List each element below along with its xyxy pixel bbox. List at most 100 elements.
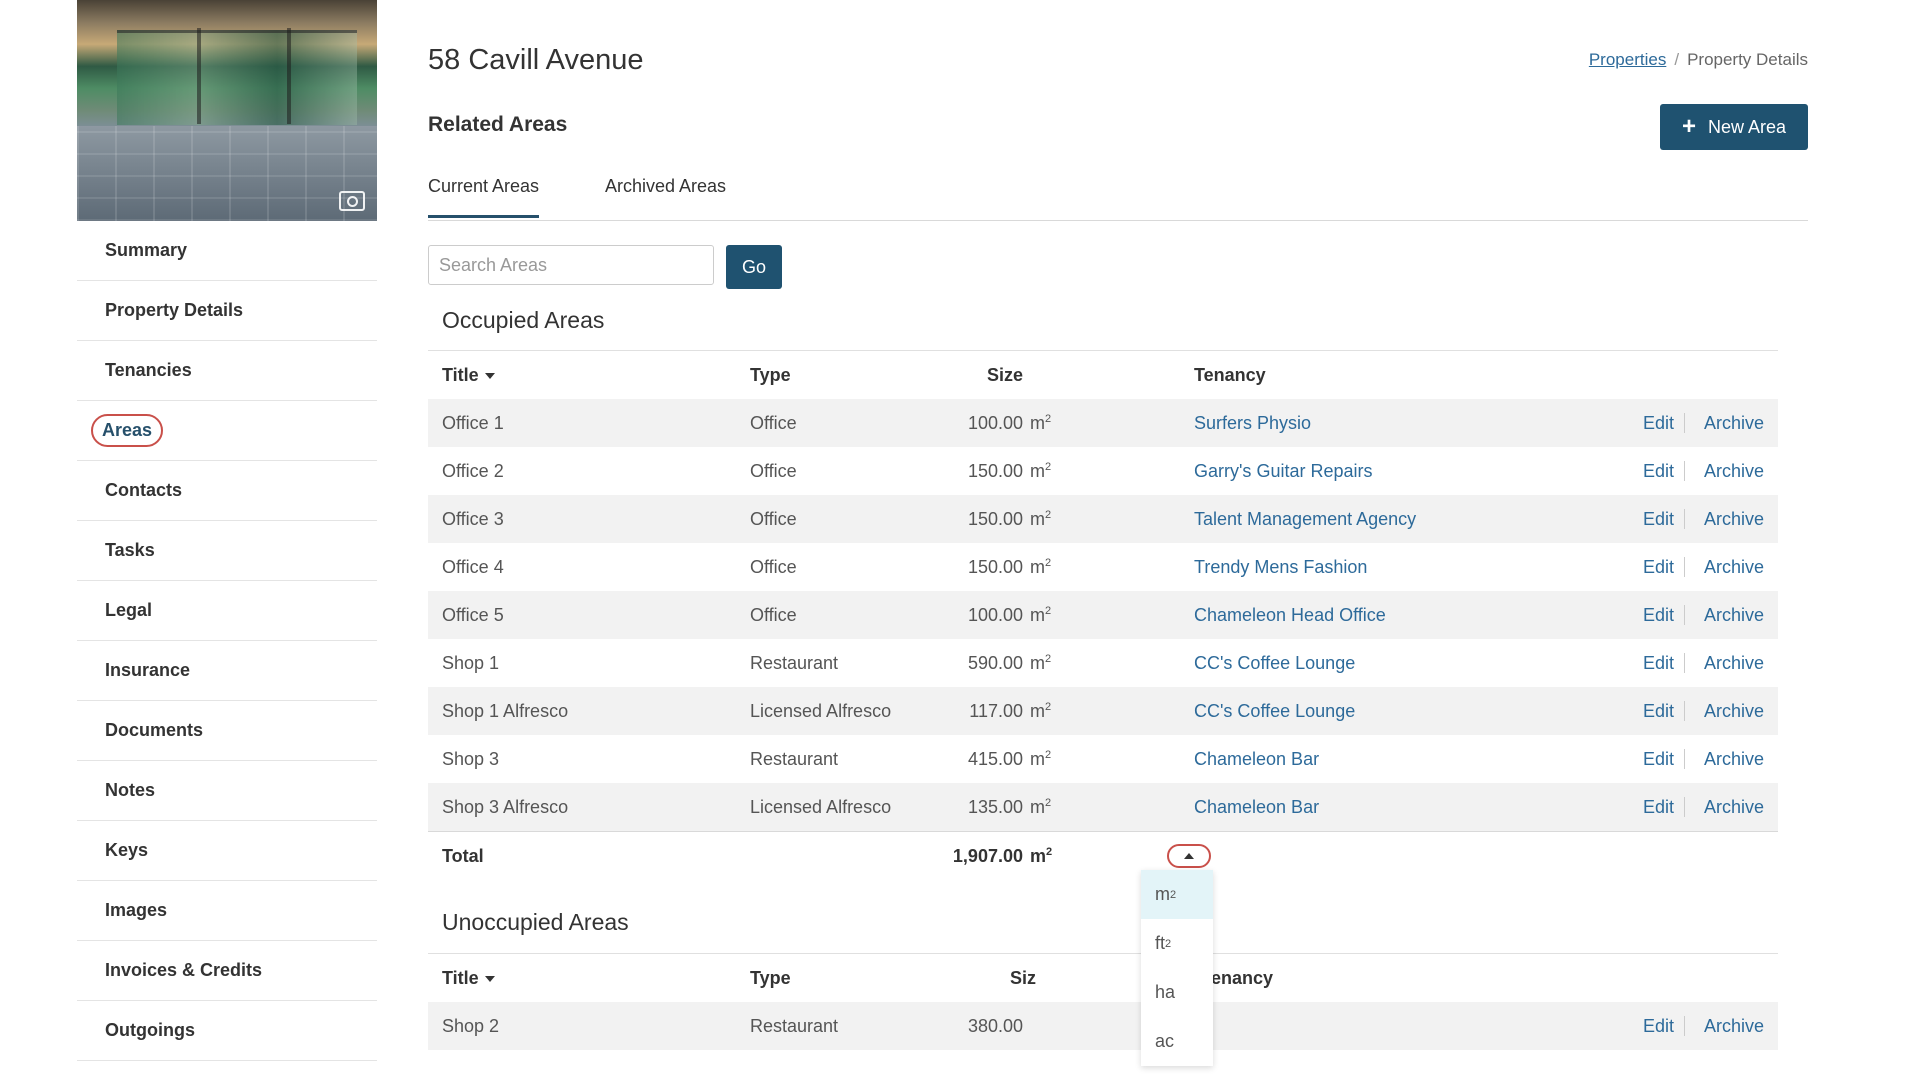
column-header-title[interactable]: Title — [442, 365, 495, 386]
area-type: Licensed Alfresco — [750, 796, 892, 817]
action-divider — [1684, 701, 1685, 721]
column-header-tenancy: enancy — [1211, 967, 1274, 988]
table-row: Office 1 Office 100.00 m2 Surfers Physio… — [428, 399, 1778, 447]
sidebar-item-keys[interactable]: Keys — [77, 821, 377, 881]
unit-dropdown-toggle[interactable] — [1167, 844, 1211, 868]
tenancy-link[interactable]: CC's Coffee Lounge — [1194, 701, 1355, 722]
unit-option-ha[interactable]: ha — [1141, 968, 1213, 1017]
total-unit: m2 — [1030, 845, 1053, 866]
total-row: Total 1,907.00 m2 — [428, 831, 1778, 880]
page-title: 58 Cavill Avenue — [428, 44, 644, 76]
sidebar-item-label: Outgoings — [105, 1020, 195, 1040]
sidebar-item-insurance[interactable]: Insurance — [77, 641, 377, 701]
sidebar-item-label: Images — [105, 900, 168, 920]
sidebar-item-tenancies[interactable]: Tenancies — [77, 341, 377, 401]
archive-link[interactable]: Archive — [1704, 413, 1764, 434]
unit-option-ac[interactable]: ac — [1141, 1017, 1213, 1066]
column-header-title[interactable]: Title — [442, 968, 495, 989]
edit-link[interactable]: Edit — [1643, 509, 1674, 530]
tenancy-link[interactable]: Talent Management Agency — [1194, 509, 1416, 530]
tenancy-link[interactable]: Garry's Guitar Repairs — [1194, 461, 1372, 482]
go-button[interactable]: Go — [726, 245, 782, 289]
action-divider — [1684, 605, 1685, 625]
tenancy-link[interactable]: CC's Coffee Lounge — [1194, 653, 1355, 674]
table-row: Shop 3 Restaurant 415.00 m2 Chameleon Ba… — [428, 735, 1778, 783]
sidebar-item-label: Insurance — [105, 660, 191, 680]
action-divider — [1684, 413, 1685, 433]
camera-icon[interactable] — [339, 191, 365, 211]
occupied-table: Title Type Size Tenancy Office 1 Office … — [428, 351, 1778, 880]
sidebar-item-label: Invoices & Credits — [105, 960, 263, 980]
action-divider — [1684, 509, 1685, 529]
action-divider — [1684, 749, 1685, 769]
sidebar-item-legal[interactable]: Legal — [77, 581, 377, 641]
sidebar-item-images[interactable]: Images — [77, 881, 377, 941]
archive-link[interactable]: Archive — [1704, 797, 1764, 818]
sidebar-item-tasks[interactable]: Tasks — [77, 521, 377, 581]
total-label: Total — [442, 845, 484, 866]
tab-current-areas[interactable]: Current Areas — [428, 176, 540, 218]
photo-glass-facade — [117, 30, 357, 125]
sidebar-item-notes[interactable]: Notes — [77, 761, 377, 821]
breadcrumb: Properties / Property Details — [1589, 50, 1808, 70]
total-value: 1,907.00 — [952, 845, 1023, 866]
area-size: 380.00 — [967, 1015, 1023, 1036]
edit-link[interactable]: Edit — [1643, 413, 1674, 434]
sidebar-item-invoices-credits[interactable]: Invoices & Credits — [77, 941, 377, 1001]
column-header-title-label: Title — [442, 364, 479, 385]
edit-link[interactable]: Edit — [1643, 1016, 1674, 1037]
breadcrumb-current: Property Details — [1687, 50, 1808, 69]
breadcrumb-link-properties[interactable]: Properties — [1589, 50, 1666, 69]
tenancy-link[interactable]: Surfers Physio — [1194, 413, 1311, 434]
unit-option-m2[interactable]: m2 — [1141, 870, 1213, 919]
action-divider — [1684, 653, 1685, 673]
search-input[interactable] — [428, 245, 714, 285]
archive-link[interactable]: Archive — [1704, 749, 1764, 770]
tab-archived-areas[interactable]: Archived Areas — [605, 176, 726, 215]
area-type: Restaurant — [750, 748, 839, 769]
unit-option-ft2[interactable]: ft 2 — [1141, 919, 1213, 968]
edit-link[interactable]: Edit — [1643, 605, 1674, 626]
archive-link[interactable]: Archive — [1704, 557, 1764, 578]
new-area-label: New Area — [1707, 116, 1787, 137]
area-title: Office 2 — [442, 460, 504, 481]
sidebar-item-areas[interactable]: Areas — [77, 401, 377, 461]
archive-link[interactable]: Archive — [1704, 1016, 1764, 1037]
area-type: Office — [750, 412, 797, 433]
edit-link[interactable]: Edit — [1643, 749, 1674, 770]
action-divider — [1684, 797, 1685, 817]
unoccupied-table: Title Type Siz enancy Shop 2 Restaurant … — [428, 954, 1778, 1050]
edit-link[interactable]: Edit — [1643, 797, 1674, 818]
edit-link[interactable]: Edit — [1643, 701, 1674, 722]
sidebar-item-label: Notes — [105, 780, 156, 800]
sidebar-item-outgoings[interactable]: Outgoings — [77, 1001, 377, 1061]
action-divider — [1684, 461, 1685, 481]
edit-link[interactable]: Edit — [1643, 557, 1674, 578]
area-title: Shop 1 Alfresco — [442, 700, 569, 721]
area-size: 100.00 — [967, 604, 1023, 625]
unit-dropdown-menu: m2 ft 2 ha ac — [1141, 870, 1213, 1066]
area-size: 117.00 — [969, 700, 1023, 721]
tenancy-link[interactable]: Chameleon Bar — [1194, 797, 1319, 818]
edit-link[interactable]: Edit — [1643, 653, 1674, 674]
archive-link[interactable]: Archive — [1704, 653, 1764, 674]
archive-link[interactable]: Archive — [1704, 461, 1764, 482]
area-size: 135.00 — [967, 796, 1023, 817]
edit-link[interactable]: Edit — [1643, 461, 1674, 482]
tenancy-link[interactable]: Trendy Mens Fashion — [1194, 557, 1367, 578]
table-header-row: Title Type Size Tenancy — [428, 351, 1778, 399]
sidebar-item-documents[interactable]: Documents — [77, 701, 377, 761]
table-row: Office 5 Office 100.00 m2 Chameleon Head… — [428, 591, 1778, 639]
sidebar-item-summary[interactable]: Summary — [77, 221, 377, 281]
archive-link[interactable]: Archive — [1704, 701, 1764, 722]
property-photo — [77, 0, 377, 221]
archive-link[interactable]: Archive — [1704, 605, 1764, 626]
archive-link[interactable]: Archive — [1704, 509, 1764, 530]
sidebar-item-contacts[interactable]: Contacts — [77, 461, 377, 521]
tenancy-link[interactable]: Chameleon Bar — [1194, 749, 1319, 770]
new-area-button[interactable]: + New Area — [1660, 104, 1808, 150]
sidebar-item-property-details[interactable]: Property Details — [77, 281, 377, 341]
table-row: Shop 3 Alfresco Licensed Alfresco 135.00… — [428, 783, 1778, 831]
photo-mullion — [197, 28, 201, 124]
tenancy-link[interactable]: Chameleon Head Office — [1194, 605, 1386, 626]
